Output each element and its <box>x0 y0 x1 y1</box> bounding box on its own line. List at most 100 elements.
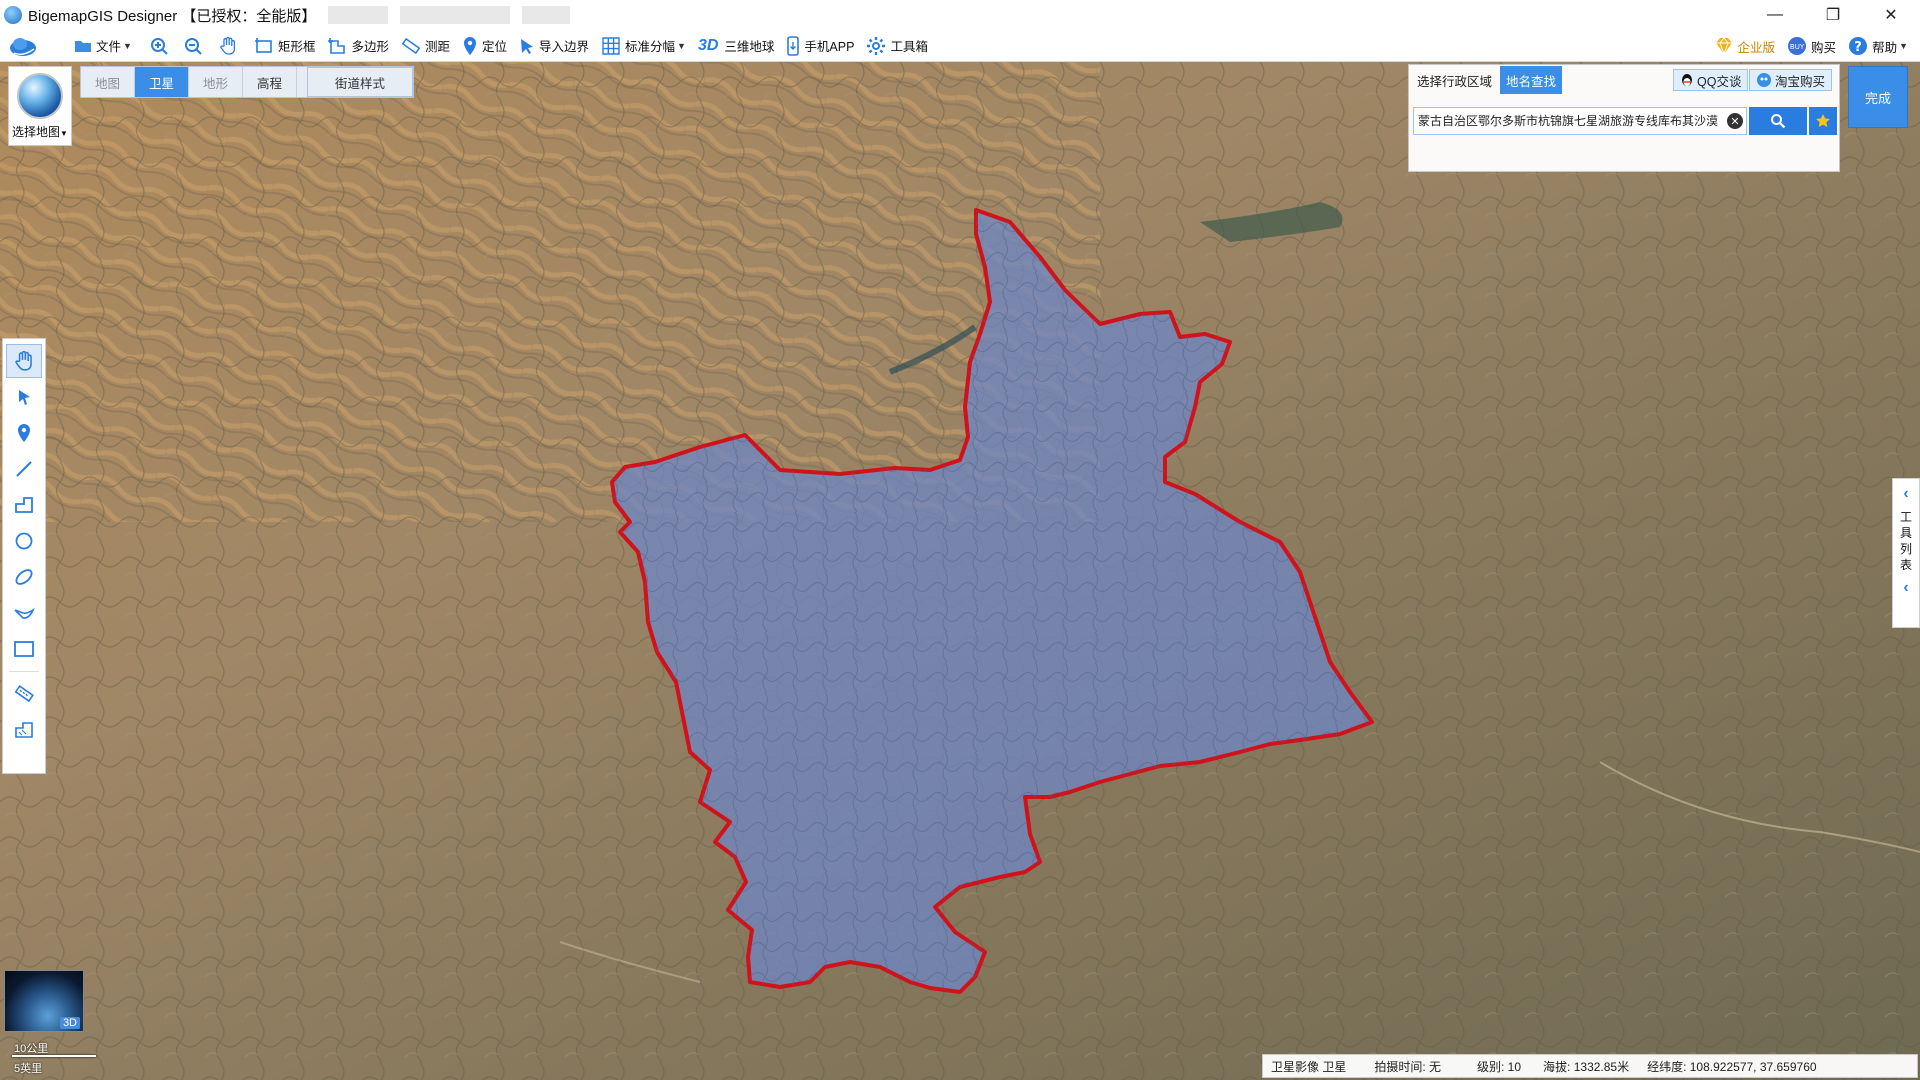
rectangle-icon <box>254 37 272 53</box>
map-type-switcher: 地图 卫星 地形 高程 街道样式 <box>80 66 414 98</box>
line-icon <box>16 461 32 477</box>
toolbox-button[interactable]: 工具箱 <box>860 32 934 60</box>
3d-icon: 3D <box>697 36 719 54</box>
taobao-buy-button[interactable]: 淘宝购买 <box>1749 69 1833 91</box>
scale-bar: 10公里 5英里 <box>10 1038 100 1078</box>
cloud-icon <box>10 37 36 56</box>
import-arrow-icon <box>521 38 533 54</box>
marker-tool[interactable] <box>6 416 42 450</box>
pointer-icon <box>19 390 30 405</box>
buy-button[interactable]: BUY 购买 <box>1781 32 1842 60</box>
restore-button[interactable]: ❐ <box>1804 0 1862 30</box>
hand-icon <box>15 350 32 371</box>
area-measure-icon <box>15 722 33 738</box>
close-button[interactable]: ✕ <box>1862 0 1920 30</box>
enterprise-button[interactable]: 企业版 <box>1708 32 1782 60</box>
polygon-icon <box>328 37 346 54</box>
ellipse-icon <box>15 569 33 585</box>
rectangle-tool[interactable] <box>6 632 42 666</box>
toolbar-right-group: 企业版 BUY 购买 ? 帮助 ▼ <box>1708 30 1920 62</box>
circle-tool[interactable] <box>6 524 42 558</box>
ellipse-tool[interactable] <box>6 560 42 594</box>
close-icon: ✕ <box>1730 115 1740 128</box>
zoom-out-button[interactable] <box>178 32 212 60</box>
scale-mi: 5英里 <box>14 1063 43 1075</box>
ruler-icon <box>14 685 34 703</box>
search-button[interactable] <box>1749 107 1807 135</box>
status-source: 卫星影像 卫星 <box>1271 1059 1347 1074</box>
buy-badge-icon: BUY <box>1788 37 1807 55</box>
rect-select-button[interactable]: 矩形框 <box>248 32 322 60</box>
zoom-in-icon <box>150 37 168 55</box>
scale-km: 10公里 <box>14 1043 49 1055</box>
star-icon <box>1816 114 1830 127</box>
app-globe-icon <box>4 6 22 24</box>
tab-place-search[interactable]: 地名查找 <box>1500 66 1563 94</box>
polygon-tool[interactable] <box>6 488 42 522</box>
svg-text:BUY: BUY <box>1790 43 1805 51</box>
line-tool[interactable] <box>6 452 42 486</box>
globe-minimap[interactable]: 3D <box>4 970 84 1032</box>
map-canvas[interactable] <box>0 62 1920 1080</box>
import-boundary-button[interactable]: 导入边界 <box>513 32 595 60</box>
mobile-label: 手机APP <box>804 40 855 54</box>
maptype-terrain[interactable]: 地形 <box>189 67 243 97</box>
sector-tool[interactable] <box>6 596 42 630</box>
circle-icon <box>15 532 33 550</box>
qq-chat-button[interactable]: QQ交谈 <box>1673 69 1749 91</box>
tab-admin-region[interactable]: 选择行政区域 <box>1411 66 1498 94</box>
pan-button[interactable] <box>212 32 248 60</box>
redacted-block <box>328 6 389 24</box>
polygon-select-button[interactable]: 多边形 <box>321 32 395 60</box>
svg-text:?: ? <box>1854 40 1862 55</box>
satellite-imagery[interactable] <box>0 62 1920 1080</box>
choose-map-button[interactable]: 选择地图▼ <box>8 66 72 146</box>
search-icon <box>1771 114 1786 129</box>
pan-tool[interactable] <box>6 344 42 378</box>
place-search-input[interactable]: 蒙古自治区鄂尔多斯市杭锦旗七星湖旅游专线库布其沙漠 <box>1413 107 1747 135</box>
measure-label: 测距 <box>424 40 450 54</box>
minimize-button[interactable]: — <box>1746 0 1804 30</box>
status-coordinates: 经纬度: 108.922577, 37.659760 <box>1647 1059 1817 1074</box>
select-tool[interactable] <box>6 380 42 414</box>
grid-icon <box>602 36 620 55</box>
choose-map-label: 选择地图 <box>12 125 61 139</box>
location-pin-icon <box>463 36 476 55</box>
clear-search-button[interactable]: ✕ <box>1727 113 1743 129</box>
standard-grid-menu[interactable]: 标准分幅 ▼ <box>595 32 692 60</box>
main-toolbar: 文件 ▼ 矩形框 多边形 测距 定位 导入边界 标准分幅 ▼ 3D 三维地球 手… <box>0 30 1920 62</box>
search-panel: 选择行政区域 地名查找 QQ交谈 淘宝购买 蒙古自治区鄂尔多斯市杭锦旗七星湖旅游… <box>1408 64 1840 172</box>
zoom-in-button[interactable] <box>144 32 178 60</box>
street-style-button[interactable]: 街道样式 <box>307 67 413 97</box>
favorite-button[interactable] <box>1809 107 1837 135</box>
help-menu[interactable]: ? 帮助 ▼ <box>1842 32 1914 60</box>
maptype-elevation[interactable]: 高程 <box>243 67 297 97</box>
tool-list-panel[interactable]: ‹ 工具列表 ‹ <box>1892 478 1920 628</box>
status-bar: 卫星影像 卫星 拍摄时间: 无 级别: 10 海拔: 1332.85米 经纬度:… <box>1262 1054 1918 1078</box>
earth3d-button[interactable]: 3D 三维地球 <box>692 32 780 60</box>
folder-icon <box>75 40 91 52</box>
help-label: 帮助 <box>1872 40 1898 55</box>
locate-button[interactable]: 定位 <box>456 32 513 60</box>
measure-button[interactable]: 测距 <box>395 32 456 60</box>
done-button[interactable]: 完成 <box>1848 66 1908 128</box>
toolbox-label: 工具箱 <box>890 40 928 54</box>
zoom-out-icon <box>184 37 202 55</box>
redacted-block <box>400 6 511 24</box>
ruler-tool[interactable] <box>6 677 42 711</box>
locate-label: 定位 <box>481 40 507 54</box>
cloud-menu-button[interactable] <box>0 32 48 60</box>
file-menu[interactable]: 文件 ▼ <box>68 32 138 60</box>
rectangle-icon <box>14 641 34 657</box>
buy-label: 购买 <box>1811 40 1837 55</box>
import-boundary-label: 导入边界 <box>539 40 590 54</box>
left-draw-toolbar <box>2 338 46 774</box>
area-measure-tool[interactable] <box>6 713 42 747</box>
status-level: 级别: 10 <box>1477 1059 1522 1074</box>
maptype-satellite[interactable]: 卫星 <box>135 67 189 97</box>
mobile-app-button[interactable]: 手机APP <box>780 32 860 60</box>
sector-icon <box>14 607 35 619</box>
scale-line <box>12 1055 96 1057</box>
tool-divider <box>9 671 39 672</box>
maptype-map[interactable]: 地图 <box>81 67 135 97</box>
